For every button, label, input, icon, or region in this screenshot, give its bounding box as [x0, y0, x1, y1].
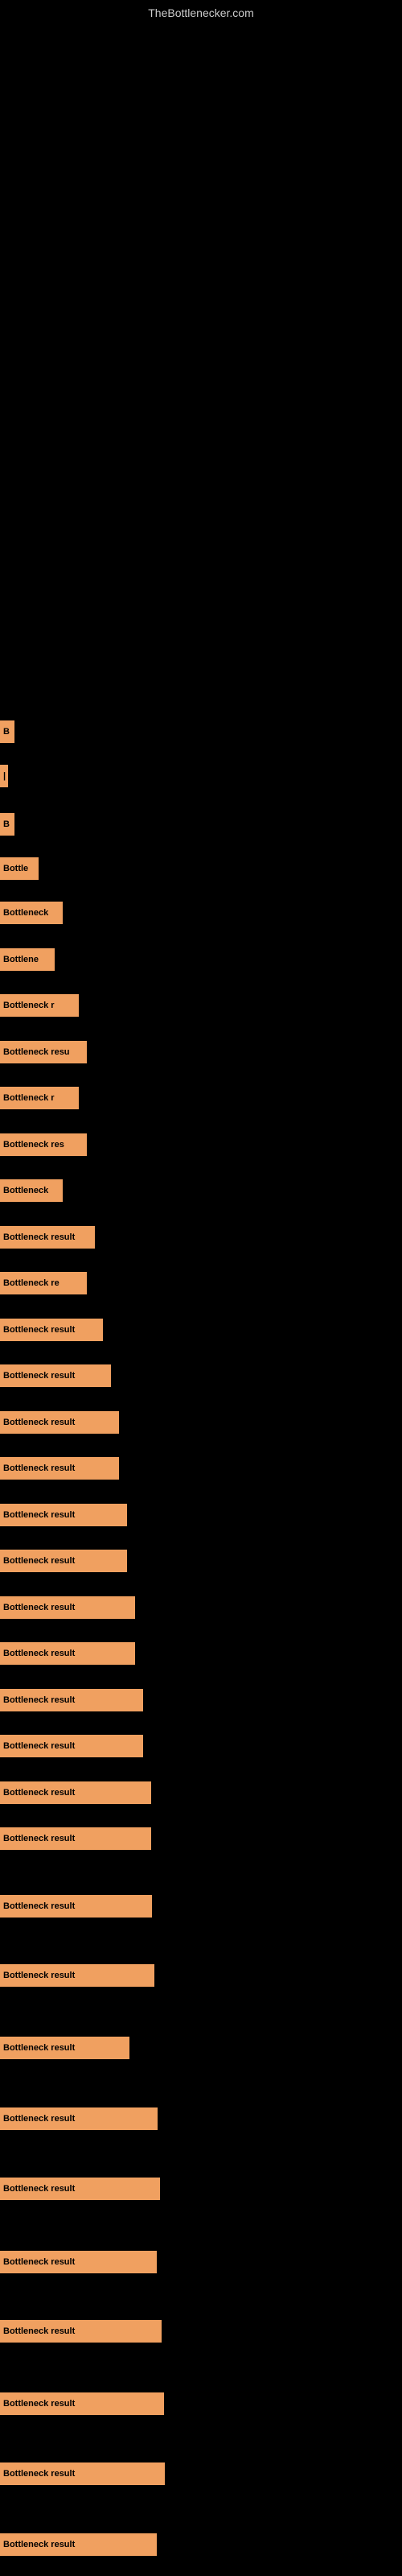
bottleneck-bar-26: Bottleneck result	[0, 1964, 154, 1987]
bottleneck-bar-6: Bottleneck r	[0, 994, 79, 1017]
bottleneck-bar-22: Bottleneck result	[0, 1735, 143, 1757]
bottleneck-bar-23: Bottleneck result	[0, 1781, 151, 1804]
bottleneck-bar-33: Bottleneck result	[0, 2462, 165, 2485]
bottleneck-bar-8: Bottleneck r	[0, 1087, 79, 1109]
bottleneck-bar-30: Bottleneck result	[0, 2251, 157, 2273]
bottleneck-bar-13: Bottleneck result	[0, 1319, 103, 1341]
site-title: TheBottlenecker.com	[148, 6, 254, 19]
bottleneck-bar-4: Bottleneck	[0, 902, 63, 924]
bottleneck-bar-18: Bottleneck result	[0, 1550, 127, 1572]
bottleneck-bar-9: Bottleneck res	[0, 1133, 87, 1156]
bottleneck-bar-7: Bottleneck resu	[0, 1041, 87, 1063]
bottleneck-bar-17: Bottleneck result	[0, 1504, 127, 1526]
bottleneck-bar-34: Bottleneck result	[0, 2533, 157, 2556]
bottleneck-bar-31: Bottleneck result	[0, 2320, 162, 2343]
bottleneck-bar-19: Bottleneck result	[0, 1596, 135, 1619]
bottleneck-bar-15: Bottleneck result	[0, 1411, 119, 1434]
bottleneck-bar-12: Bottleneck re	[0, 1272, 87, 1294]
bottleneck-bar-2: B	[0, 813, 14, 836]
bottleneck-bar-27: Bottleneck result	[0, 2037, 129, 2059]
bottleneck-bar-29: Bottleneck result	[0, 2178, 160, 2200]
bottleneck-bar-14: Bottleneck result	[0, 1364, 111, 1387]
bottleneck-bar-28: Bottleneck result	[0, 2107, 158, 2130]
bottleneck-bar-24: Bottleneck result	[0, 1827, 151, 1850]
bottleneck-bar-32: Bottleneck result	[0, 2392, 164, 2415]
bottleneck-bar-5: Bottlene	[0, 948, 55, 971]
bottleneck-bar-20: Bottleneck result	[0, 1642, 135, 1665]
bottleneck-bar-16: Bottleneck result	[0, 1457, 119, 1480]
bottleneck-bar-11: Bottleneck result	[0, 1226, 95, 1249]
bottleneck-bar-1: |	[0, 765, 8, 787]
bottleneck-bar-10: Bottleneck	[0, 1179, 63, 1202]
bottleneck-bar-25: Bottleneck result	[0, 1895, 152, 1918]
bottleneck-bar-21: Bottleneck result	[0, 1689, 143, 1711]
bottleneck-bar-0: B	[0, 720, 14, 743]
bottleneck-bar-3: Bottle	[0, 857, 39, 880]
